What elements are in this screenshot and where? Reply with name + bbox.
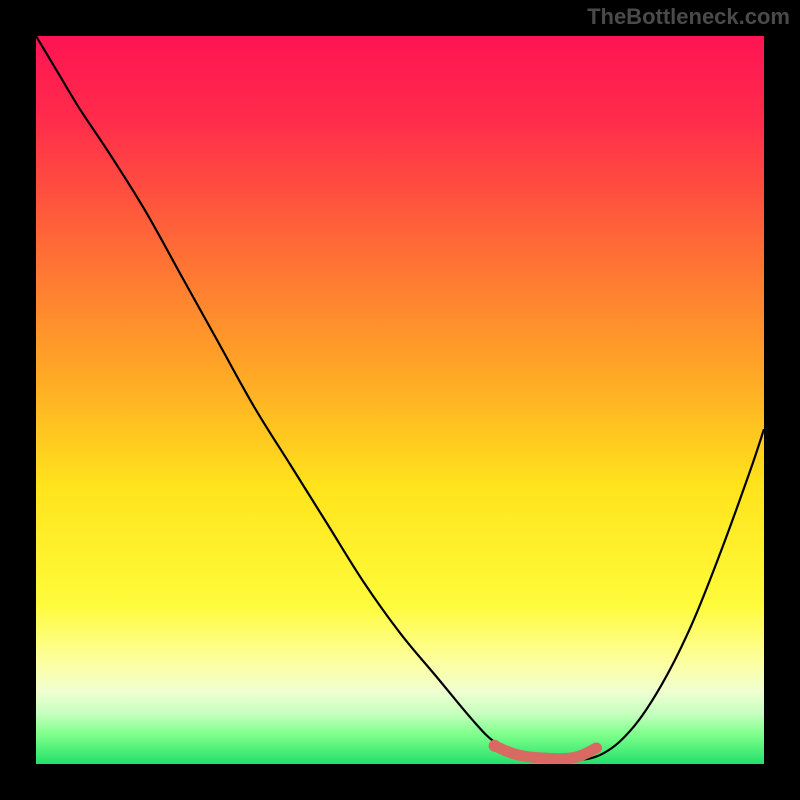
- optimal-range-start-dot: [489, 740, 501, 752]
- bottleneck-curve: [36, 36, 764, 761]
- chart-curve-layer: [36, 36, 764, 764]
- chart-plot-area: [36, 36, 764, 764]
- optimal-range-marker: [495, 746, 597, 759]
- watermark-text: TheBottleneck.com: [587, 4, 790, 30]
